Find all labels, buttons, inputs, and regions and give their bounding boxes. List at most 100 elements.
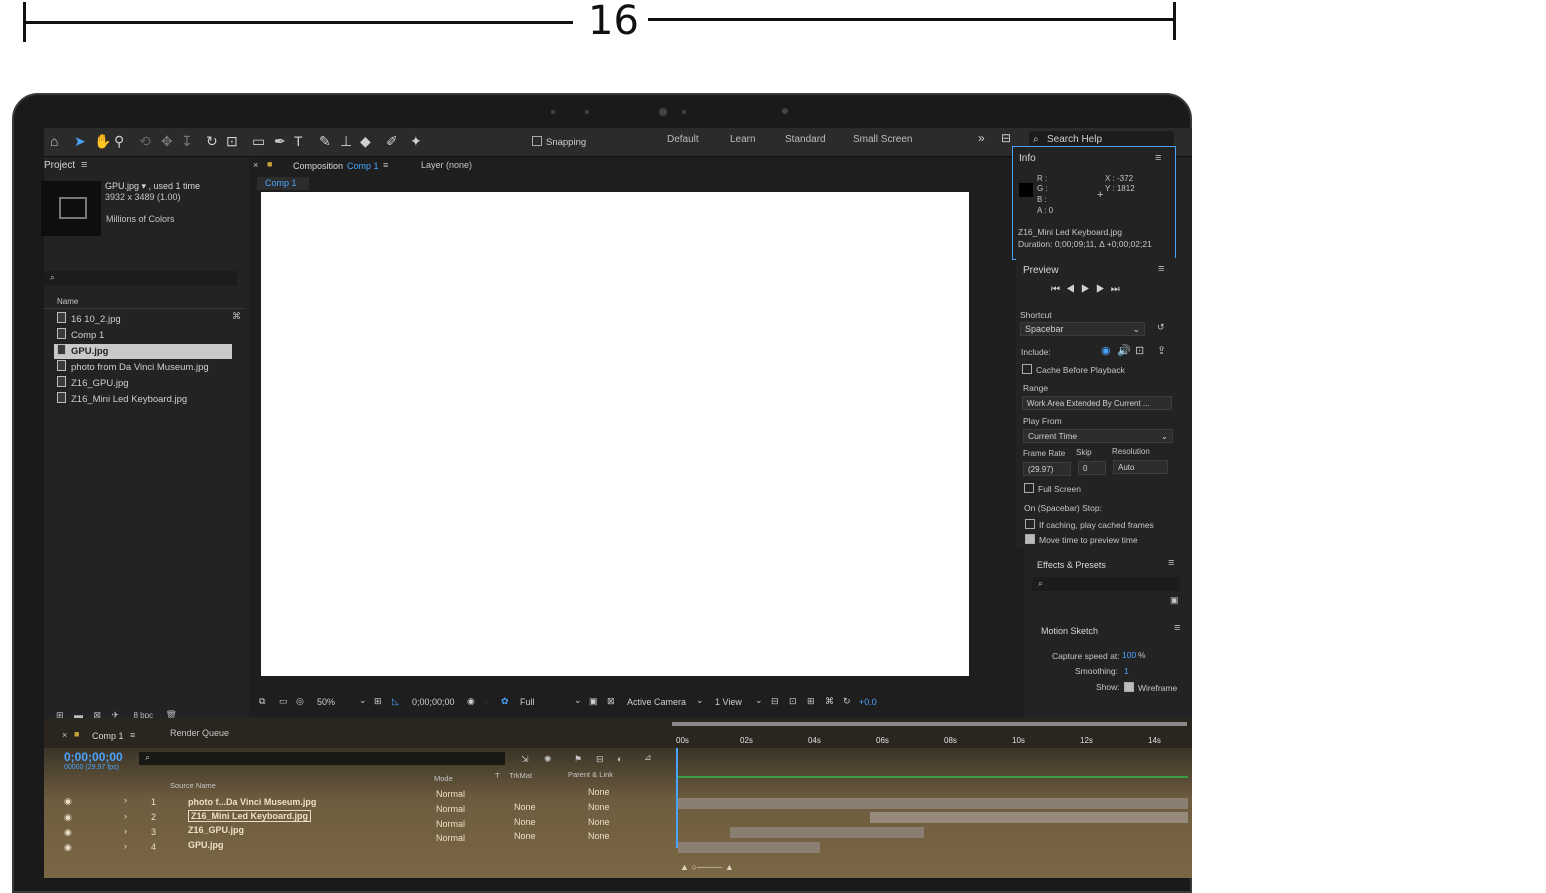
panel-menu-icon[interactable]: ≡ <box>1168 557 1174 569</box>
chevron-down-icon[interactable]: ⌄ <box>359 695 367 706</box>
lock-icon[interactable]: ■ <box>267 159 272 169</box>
workspace-standard[interactable]: Standard <box>785 134 826 145</box>
layer-parent[interactable]: None <box>588 787 610 797</box>
close-icon[interactable]: × <box>62 730 67 740</box>
hand-tool-icon[interactable]: ✋ <box>94 133 111 150</box>
show-snapshot-icon[interactable]: ◌ <box>483 696 488 706</box>
composition-tab-comp[interactable]: Comp 1 <box>347 161 379 171</box>
composition-mini-flowchart-icon[interactable]: ⇲ <box>521 754 529 765</box>
time-ruler[interactable]: 00s 02s 04s 06s 08s 10s 12s 14s <box>672 718 1192 753</box>
draft-3d-icon[interactable]: ✺ <box>544 754 552 765</box>
layer-name[interactable]: Z16_GPU.jpg <box>188 825 244 835</box>
viewer-timecode[interactable]: 0;00;00;00 <box>412 697 455 707</box>
eye-icon[interactable]: ◉ <box>64 796 72 807</box>
capture-speed-value[interactable]: 100 <box>1122 650 1136 660</box>
checkbox[interactable] <box>1022 364 1032 374</box>
reset-exposure-icon[interactable]: ↻ <box>843 696 851 707</box>
zoom-tool-icon[interactable]: ⚲ <box>114 133 124 150</box>
play-from-select[interactable]: Current Time ⌄ <box>1023 429 1173 443</box>
layer-row[interactable]: ◉ › 2 Z16_Mini Led Keyboard.jpg Normal N… <box>64 802 664 825</box>
effects-search-input[interactable]: ⌕ <box>1032 577 1180 591</box>
workspace-menu-icon[interactable]: ⊟ <box>1001 131 1011 145</box>
close-icon[interactable]: × <box>253 160 258 170</box>
project-item[interactable]: photo from Da Vinci Museum.jpg <box>54 360 232 375</box>
orbit-tool-icon[interactable]: ⟲ <box>139 133 151 150</box>
eraser-tool-icon[interactable]: ◆ <box>360 133 371 150</box>
chevron-down-icon[interactable]: ⌄ <box>755 695 763 706</box>
export-icon[interactable]: ⇪ <box>1157 344 1166 357</box>
shortcut-select[interactable]: Spacebar ⌄ <box>1020 322 1145 336</box>
pen-tool-icon[interactable]: ✒ <box>274 133 286 150</box>
exposure-value[interactable]: +0.0 <box>859 697 877 707</box>
layer-mode[interactable]: Normal <box>436 833 465 843</box>
wireframe-toggle[interactable]: Wireframe <box>1124 682 1177 693</box>
layer-name[interactable]: GPU.jpg <box>188 840 224 850</box>
pan-tool-icon[interactable]: ✥ <box>161 133 173 150</box>
puppet-tool-icon[interactable]: ✦ <box>410 133 422 150</box>
eye-icon[interactable]: ◉ <box>64 842 72 853</box>
workspace-default[interactable]: Default <box>667 134 699 145</box>
transparency-icon[interactable]: ◺ <box>392 696 399 707</box>
layer-parent[interactable]: None <box>588 831 610 841</box>
expand-arrow-icon[interactable]: › <box>124 841 127 851</box>
skip-select[interactable]: 0 <box>1078 461 1106 475</box>
workspace-small-screen[interactable]: Small Screen <box>853 134 912 145</box>
checkbox[interactable] <box>1025 519 1035 529</box>
mask-icon[interactable]: ◎ <box>296 696 304 707</box>
project-item[interactable]: Comp 1 <box>54 328 232 343</box>
project-item[interactable]: Z16_Mini Led Keyboard.jpg <box>54 392 232 407</box>
checkbox[interactable] <box>1024 483 1034 493</box>
panel-menu-icon[interactable]: ≡ <box>81 159 87 171</box>
move-time-toggle[interactable]: Move time to preview time <box>1025 534 1138 545</box>
type-tool-icon[interactable]: T <box>294 133 303 149</box>
source-name-column[interactable]: Source Name <box>170 781 216 790</box>
resolution-select[interactable]: Auto <box>1113 460 1168 474</box>
layer-bar[interactable] <box>870 812 1188 823</box>
frame-rate-select[interactable]: (29.97) <box>1023 462 1071 476</box>
parent-link-column[interactable]: Parent & Link <box>568 770 613 779</box>
expand-arrow-icon[interactable]: › <box>124 826 127 836</box>
motion-blur-icon[interactable]: ◐ <box>617 754 622 764</box>
flowchart-icon[interactable]: ⌘ <box>232 311 241 322</box>
if-caching-toggle[interactable]: If caching, play cached frames <box>1025 519 1154 530</box>
audio-icon[interactable]: 🔊 <box>1117 344 1131 357</box>
layer-bar[interactable] <box>678 842 820 853</box>
clone-stamp-icon[interactable]: ⊥ <box>340 133 352 150</box>
always-preview-icon[interactable]: ⧉ <box>259 696 265 707</box>
zoom-select[interactable]: 50% <box>317 697 335 707</box>
graph-editor-icon[interactable]: ⊿ <box>644 752 652 763</box>
layer-mode[interactable]: Normal <box>436 819 465 829</box>
selection-tool-icon[interactable]: ➤ <box>74 133 86 150</box>
rectangle-tool-icon[interactable]: ▭ <box>252 133 265 150</box>
zoom-out-icon[interactable]: ▲ ○──── ▲ <box>680 862 734 872</box>
eye-icon[interactable]: ◉ <box>64 827 72 838</box>
render-queue-tab[interactable]: Render Queue <box>170 728 229 738</box>
comp-breadcrumb[interactable]: Comp 1 <box>257 177 309 190</box>
cache-before-playback[interactable]: Cache Before Playback <box>1022 364 1125 375</box>
layer-mode[interactable]: Normal <box>436 804 465 814</box>
layer-tab-label[interactable]: Layer (none) <box>421 160 472 170</box>
layer-parent[interactable]: None <box>588 802 610 812</box>
roto-brush-icon[interactable]: ✐ <box>386 133 398 150</box>
composition-tab-label[interactable]: Composition <box>293 161 343 171</box>
shy-layers-icon[interactable]: ⚑ <box>574 754 582 765</box>
project-search-input[interactable]: ⌕ <box>44 271 237 286</box>
layer-trkmat[interactable]: None <box>514 802 536 812</box>
project-item[interactable]: 16 10_2.jpg <box>54 312 232 327</box>
checkbox-checked[interactable] <box>1025 534 1035 544</box>
snapshot-icon[interactable]: ◉ <box>467 696 475 707</box>
video-icon[interactable]: ◉ <box>1101 344 1111 357</box>
next-frame-icon[interactable]: ▶ <box>1096 284 1111 295</box>
first-frame-icon[interactable]: ⏮ <box>1051 284 1066 295</box>
home-icon[interactable]: ⌂ <box>50 133 58 149</box>
play-icon[interactable]: ▶ <box>1081 284 1096 295</box>
transparency-grid-icon[interactable]: ⊠ <box>607 696 615 707</box>
expand-arrow-icon[interactable]: › <box>124 811 127 821</box>
workspace-learn[interactable]: Learn <box>730 134 756 145</box>
layer-bar[interactable] <box>730 827 924 838</box>
timeline-icon[interactable]: ⊞ <box>807 696 815 707</box>
t-column[interactable]: T <box>495 771 500 780</box>
composition-canvas[interactable] <box>261 192 969 676</box>
layer-name[interactable]: Z16_Mini Led Keyboard.jpg <box>188 810 312 822</box>
resolution-select[interactable]: Full <box>520 697 535 707</box>
